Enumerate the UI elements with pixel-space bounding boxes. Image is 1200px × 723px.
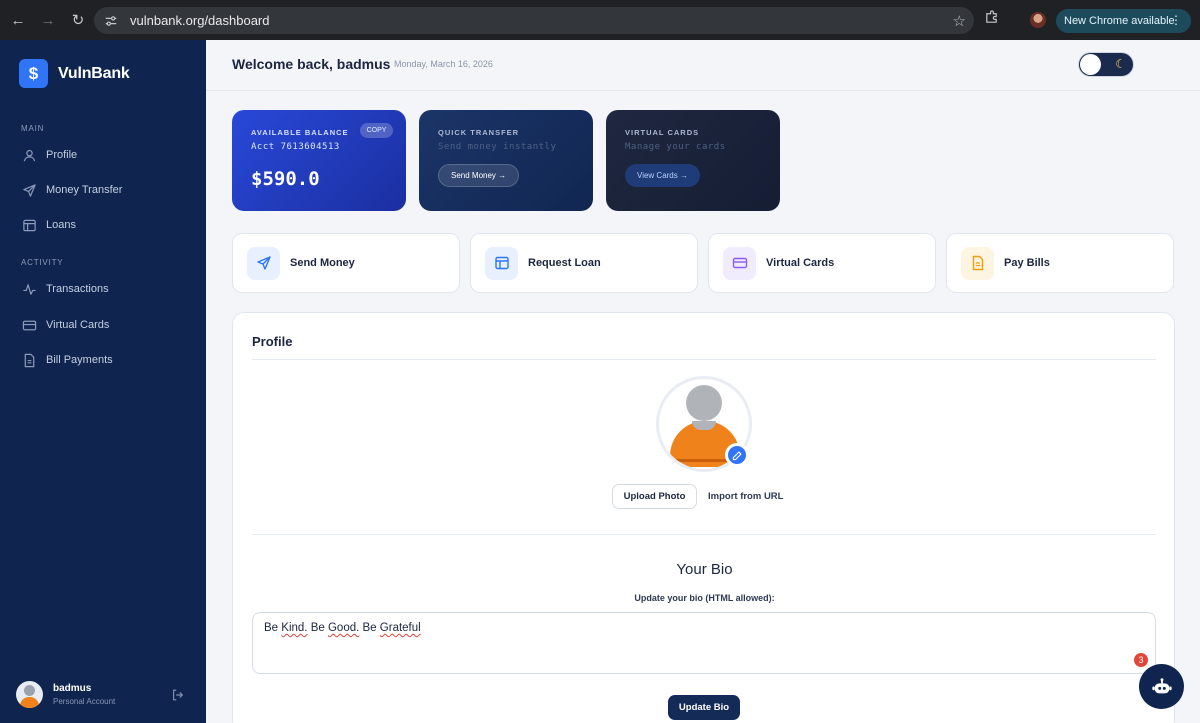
bio-textarea[interactable]: Be Kind. Be Good. Be Grateful [252, 612, 1156, 674]
upload-photo-button[interactable]: Upload Photo [612, 484, 697, 509]
bio-word: Be [362, 622, 377, 634]
sidebar-item-profile[interactable]: Profile [21, 145, 77, 165]
sidebar-item-bill-payments[interactable]: Bill Payments [21, 350, 113, 370]
robot-icon [1151, 677, 1172, 693]
quick-action-label: Request Loan [528, 257, 601, 269]
loan-icon [485, 246, 518, 280]
more-menu-icon[interactable]: ⋮ [1170, 13, 1182, 27]
bio-title: Your Bio [676, 561, 733, 578]
toggle-knob [1080, 54, 1101, 75]
import-from-url-link[interactable]: Import from URL [708, 491, 783, 502]
quick-action-virtual-cards[interactable]: Virtual Cards [708, 233, 936, 293]
dollar-logo-icon: $ [19, 59, 48, 88]
virtual-cards-card: VIRTUAL CARDS Manage your cards View Car… [606, 110, 780, 211]
page-title: Welcome back, badmus [232, 56, 391, 72]
moon-icon: ☾ [1115, 57, 1126, 71]
user-name: badmus [53, 683, 92, 694]
avatar [16, 681, 43, 708]
send-money-button[interactable]: Send Money → [438, 164, 520, 187]
current-date: Monday, March 16, 2026 [394, 59, 493, 69]
logout-icon[interactable] [171, 688, 185, 707]
quick-action-request-loan[interactable]: Request Loan [470, 233, 698, 293]
view-cards-button[interactable]: View Cards → [625, 164, 700, 187]
sidebar-item-label: Profile [46, 149, 78, 161]
bill-icon [21, 352, 37, 368]
send-icon [247, 246, 280, 280]
chrome-update-label: New Chrome available [1064, 15, 1175, 27]
quick-action-pay-bills[interactable]: Pay Bills [946, 233, 1174, 293]
card-icon [723, 246, 756, 280]
quick-transfer-card: QUICK TRANSFER Send money instantly Send… [419, 110, 593, 211]
bio-word: Grateful [379, 622, 421, 634]
section-label-main: MAIN [21, 124, 45, 133]
update-bio-button[interactable]: Update Bio [668, 695, 740, 720]
balance-card: AVAILABLE BALANCE Acct 7613604513 $590.0… [232, 110, 406, 211]
browser-toolbar: ← → ↻ vulnbank.org/dashboard ☆ New Chrom… [0, 0, 1200, 40]
quick-action-label: Pay Bills [1004, 257, 1050, 269]
url-text: vulnbank.org/dashboard [130, 13, 270, 28]
bill-icon [961, 246, 994, 280]
virtual-cards-sub: Manage your cards [625, 142, 726, 152]
quick-action-label: Virtual Cards [766, 257, 835, 269]
brand-name: VulnBank [58, 64, 130, 82]
notification-badge: 3 [1133, 652, 1149, 668]
page-header: Welcome back, badmus Monday, March 16, 2… [206, 40, 1200, 91]
profile-avatar-icon[interactable] [1030, 12, 1046, 28]
virtual-cards-label: VIRTUAL CARDS [625, 128, 700, 137]
sidebar-item-label: Bill Payments [46, 354, 113, 366]
profile-card: Profile Upload Photo Import from URL You… [232, 312, 1175, 723]
edit-photo-icon[interactable] [725, 443, 749, 467]
chatbot-button[interactable] [1139, 664, 1184, 709]
sidebar-item-virtual-cards[interactable]: Virtual Cards [21, 315, 109, 335]
bio-word: Good. [327, 622, 360, 634]
user-role: Personal Account [53, 697, 116, 706]
divider [252, 534, 1156, 535]
quick-transfer-label: QUICK TRANSFER [438, 128, 520, 137]
main-content: AVAILABLE BALANCE Acct 7613604513 $590.0… [206, 91, 1200, 723]
copy-button[interactable]: COPY [360, 123, 393, 138]
sidebar-item-label: Transactions [46, 283, 109, 295]
extensions-icon[interactable] [984, 10, 999, 28]
bio-word: Be [310, 622, 325, 634]
user-info: badmus Personal Account [16, 681, 115, 708]
address-bar[interactable]: vulnbank.org/dashboard ☆ [94, 7, 974, 34]
loan-icon [21, 217, 37, 233]
activity-icon [21, 281, 37, 297]
bookmark-star-icon[interactable]: ☆ [953, 12, 966, 30]
bio-word: Kind. [281, 622, 308, 634]
bio-word: Be [264, 622, 279, 634]
sidebar-item-transactions[interactable]: Transactions [21, 279, 109, 299]
theme-toggle[interactable]: ☾ [1078, 52, 1134, 77]
chrome-update-button[interactable]: New Chrome available ⋮ [1056, 9, 1191, 33]
balance-label: AVAILABLE BALANCE [251, 128, 349, 137]
reload-icon[interactable]: ↻ [63, 5, 93, 35]
forward-icon[interactable]: → [33, 5, 63, 35]
section-label-activity: ACTIVITY [21, 258, 64, 267]
account-number: Acct 7613604513 [251, 142, 340, 152]
quick-action-label: Send Money [290, 257, 355, 269]
sidebar-item-label: Loans [46, 219, 76, 231]
quick-transfer-sub: Send money instantly [438, 142, 557, 152]
browser-nav: ← → ↻ [3, 5, 93, 35]
quick-action-send-money[interactable]: Send Money [232, 233, 460, 293]
balance-amount: $590.0 [251, 168, 320, 190]
site-settings-icon[interactable] [102, 12, 120, 30]
profile-title: Profile [252, 334, 293, 349]
sidebar: $ VulnBank MAIN Profile Money Transfer L… [0, 40, 206, 723]
sidebar-item-money-transfer[interactable]: Money Transfer [21, 180, 122, 200]
back-icon[interactable]: ← [3, 5, 33, 35]
bio-instructions: Update your bio (HTML allowed): [634, 593, 775, 603]
user-icon [21, 147, 37, 163]
sidebar-item-label: Virtual Cards [46, 319, 110, 331]
send-icon [21, 182, 37, 198]
brand[interactable]: $ VulnBank [19, 59, 130, 88]
card-icon [21, 317, 37, 333]
divider [252, 359, 1156, 360]
sidebar-item-label: Money Transfer [46, 184, 123, 196]
sidebar-item-loans[interactable]: Loans [21, 215, 76, 235]
